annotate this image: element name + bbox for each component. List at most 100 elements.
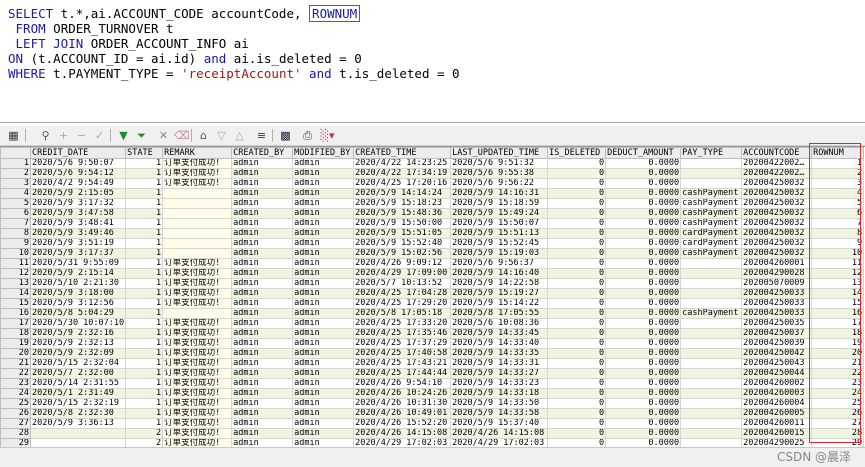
chart-icon[interactable]: ░▾	[320, 128, 335, 143]
accountcode-cell[interactable]: 202004250032	[741, 218, 813, 229]
is-deleted-cell[interactable]: 0	[547, 368, 607, 379]
rownum-cell[interactable]: 23	[811, 378, 865, 389]
rownum-cell[interactable]: 4	[811, 188, 865, 199]
created-time-cell[interactable]: 2020/4/26 10:24:26	[353, 388, 452, 399]
remark-cell[interactable]: 订单支付成功!	[162, 398, 233, 409]
remark-cell[interactable]: 订单支付成功!	[162, 428, 233, 439]
rownum-cell[interactable]: 16	[811, 308, 865, 319]
deduct-amount-cell[interactable]: 0.0000	[605, 308, 682, 319]
accountcode-cell[interactable]: 202004250032	[741, 238, 813, 249]
accountcode-cell[interactable]: 202004260015	[741, 428, 813, 439]
last-updated-time-cell[interactable]: 2020/5/8 17:05:55	[450, 308, 549, 319]
accountcode-cell[interactable]: 202004260011	[741, 418, 813, 429]
table-row[interactable]: 14 2020/5/9 3:18:00 1 订单支付成功! admin admin 2020…	[0, 288, 865, 299]
created-by-cell[interactable]: admin	[231, 388, 294, 399]
state-cell[interactable]: 1	[125, 378, 164, 389]
remark-cell[interactable]: 订单支付成功!	[162, 268, 233, 279]
state-cell[interactable]: 1	[125, 288, 164, 299]
pay-type-cell[interactable]: cashPayment	[680, 218, 743, 229]
deduct-amount-cell[interactable]: 0.0000	[605, 218, 682, 229]
table-row[interactable]: 21 2020/5/15 2:32:04 1 订单支付成功! admin admin 202…	[0, 358, 865, 369]
is-deleted-cell[interactable]: 0	[547, 178, 607, 189]
modified-by-cell[interactable]: admin	[292, 228, 355, 239]
is-deleted-cell[interactable]: 0	[547, 428, 607, 439]
col-header-deduct-amount[interactable]: DEDUCT_AMOUNT	[605, 147, 682, 159]
accountcode-cell[interactable]: 202004260004	[741, 398, 813, 409]
rownum-cell[interactable]: 6	[811, 208, 865, 219]
rownum-cell[interactable]: 11	[811, 258, 865, 269]
is-deleted-cell[interactable]: 0	[547, 168, 607, 179]
rownum-cell[interactable]: 8	[811, 228, 865, 239]
accountcode-cell[interactable]: 202004250042	[741, 348, 813, 359]
rownum-cell[interactable]: 25	[811, 398, 865, 409]
credit-date-cell[interactable]: 2020/4/2 9:54:49	[29, 178, 127, 189]
table-row[interactable]: 16 2020/5/8 5:04:29 1 admin admin 2020/5/8 17…	[0, 308, 865, 319]
is-deleted-cell[interactable]: 0	[547, 298, 607, 309]
table-row[interactable]: 5 2020/5/9 3:17:32 1 admin admin 2020/5/9 15:…	[0, 198, 865, 209]
state-cell[interactable]: 1	[125, 338, 164, 349]
credit-date-cell[interactable]: 2020/5/9 2:15:05	[29, 188, 127, 199]
state-cell[interactable]: 1	[125, 248, 164, 259]
table-row[interactable]: 4 2020/5/9 2:15:05 1 admin admin 2020/5/9 14:…	[0, 188, 865, 199]
rownum-cell[interactable]: 15	[811, 298, 865, 309]
remark-cell[interactable]: 订单支付成功!	[162, 348, 233, 359]
is-deleted-cell[interactable]: 0	[547, 258, 607, 269]
is-deleted-cell[interactable]: 0	[547, 328, 607, 339]
is-deleted-cell[interactable]: 0	[547, 238, 607, 249]
table-row[interactable]: 12 2020/5/9 2:15:14 1 订单支付成功! admin admin 2020…	[0, 268, 865, 279]
pay-type-cell[interactable]: cashPayment	[680, 198, 743, 209]
modified-by-cell[interactable]: admin	[292, 358, 355, 369]
explain-icon[interactable]: ≡	[254, 128, 269, 143]
remark-cell[interactable]	[162, 188, 233, 199]
col-header-is-deleted[interactable]: IS_DELETED	[547, 147, 607, 159]
credit-date-cell[interactable]: 2020/5/9 3:47:58	[29, 208, 127, 219]
deduct-amount-cell[interactable]: 0.0000	[605, 318, 682, 329]
is-deleted-cell[interactable]: 0	[547, 338, 607, 349]
created-by-cell[interactable]: admin	[231, 168, 294, 179]
remark-cell[interactable]: 订单支付成功!	[162, 288, 233, 299]
rownum-cell[interactable]: 27	[811, 418, 865, 429]
credit-date-cell[interactable]: 2020/5/9 2:32:09	[29, 348, 127, 359]
sql-editor[interactable]: SELECT t.*,ai.ACCOUNT_CODE accountCode, …	[0, 0, 865, 123]
modified-by-cell[interactable]: admin	[292, 318, 355, 329]
pay-type-cell[interactable]	[680, 368, 743, 379]
created-by-cell[interactable]: admin	[231, 428, 294, 439]
last-updated-time-cell[interactable]: 2020/5/9 14:33:27	[450, 368, 549, 379]
remark-cell[interactable]	[162, 248, 233, 259]
modified-by-cell[interactable]: admin	[292, 338, 355, 349]
modified-by-cell[interactable]: admin	[292, 178, 355, 189]
remark-cell[interactable]	[162, 218, 233, 229]
created-time-cell[interactable]: 2020/4/26 10:31:30	[353, 398, 452, 409]
accountcode-cell[interactable]: 202004260002	[741, 378, 813, 389]
last-updated-time-cell[interactable]: 2020/5/9 14:22:58	[450, 278, 549, 289]
created-time-cell[interactable]: 2020/4/25 17:43:21	[353, 358, 452, 369]
deduct-amount-cell[interactable]: 0.0000	[605, 248, 682, 259]
col-header-created-time[interactable]: CREATED_TIME	[353, 147, 452, 159]
col-header-credit-date[interactable]: CREDIT_DATE	[29, 147, 127, 159]
state-cell[interactable]: 1	[125, 258, 164, 269]
table-row[interactable]: 25 2020/5/15 2:32:19 1 订单支付成功! admin admin 202…	[0, 398, 865, 409]
pay-type-cell[interactable]	[680, 338, 743, 349]
pay-type-cell[interactable]	[680, 258, 743, 269]
table-row[interactable]: 17 2020/5/30 10:07:10 1 订单支付成功! admin admin 20…	[0, 318, 865, 329]
modified-by-cell[interactable]: admin	[292, 288, 355, 299]
last-updated-time-cell[interactable]: 2020/5/9 15:18:59	[450, 198, 549, 209]
pay-type-cell[interactable]: cardPayment	[680, 238, 743, 249]
remark-cell[interactable]: 订单支付成功!	[162, 258, 233, 269]
created-by-cell[interactable]: admin	[231, 418, 294, 429]
deduct-amount-cell[interactable]: 0.0000	[605, 378, 682, 389]
deduct-amount-cell[interactable]: 0.0000	[605, 418, 682, 429]
created-time-cell[interactable]: 2020/4/26 15:52:20	[353, 418, 452, 429]
fetch-next-icon[interactable]: ▼	[116, 128, 131, 143]
is-deleted-cell[interactable]: 0	[547, 228, 607, 239]
state-cell[interactable]: 1	[125, 308, 164, 319]
pay-type-cell[interactable]	[680, 388, 743, 399]
created-time-cell[interactable]: 2020/4/25 17:33:20	[353, 318, 452, 329]
created-by-cell[interactable]: admin	[231, 378, 294, 389]
credit-date-cell[interactable]: 2020/5/9 3:51:19	[29, 238, 127, 249]
accountcode-cell[interactable]: 202004250043	[741, 358, 813, 369]
deduct-amount-cell[interactable]: 0.0000	[605, 198, 682, 209]
last-updated-time-cell[interactable]: 2020/5/9 14:16:40	[450, 268, 549, 279]
clear-icon[interactable]: ✕	[156, 128, 171, 143]
pay-type-cell[interactable]	[680, 328, 743, 339]
